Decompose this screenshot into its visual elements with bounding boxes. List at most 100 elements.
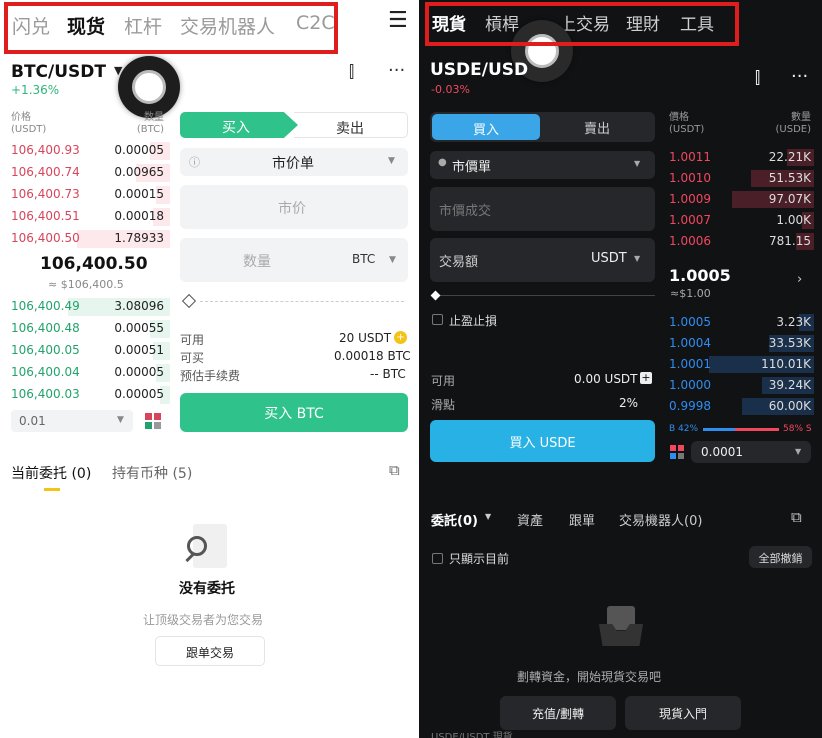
orderbook-row[interactable]: 106,400.03 0.00005 (0, 384, 170, 406)
orderbook-row[interactable]: 1.0007 1.00K (664, 210, 814, 231)
price-field-r[interactable]: 市價成交 (430, 187, 655, 231)
orderbook-qty-header: 数量 (BTC) (136, 112, 164, 135)
quantity-unit[interactable]: BTC (352, 252, 375, 266)
candlestick-icon[interactable]: ⫿ (755, 68, 760, 88)
orderbook-row[interactable]: 1.0011 22.21K (664, 147, 814, 168)
price-field[interactable]: 市价 (180, 185, 408, 229)
slider-track (200, 301, 404, 302)
orderbook-row[interactable]: 1.0009 97.07K (664, 189, 814, 210)
orderbook-qty: 781.15 (769, 234, 811, 248)
sell-tab-r[interactable]: 賣出 (584, 118, 610, 137)
orderbook-layout-icon[interactable] (145, 413, 161, 429)
orderbook-row[interactable]: 1.0006 781.15 (664, 231, 814, 252)
tab-holdings[interactable]: 持有币种 (5) (112, 463, 192, 483)
slider-handle[interactable] (430, 290, 441, 301)
orderbook-row[interactable]: 1.0000 39.24K (664, 375, 814, 396)
tab-orders-r[interactable]: 委託(0) (431, 510, 478, 529)
chevron-down-icon[interactable]: ▼ (634, 254, 640, 263)
precision-select[interactable]: 0.01 ▼ (11, 410, 133, 432)
orderbook-layout-icon[interactable] (670, 445, 684, 459)
chevron-down-icon[interactable]: ▼ (485, 512, 491, 521)
chevron-down-icon[interactable]: ▼ (389, 255, 396, 265)
orderbook-row[interactable]: 0.9998 60.00K (664, 396, 814, 417)
order-type-select-r[interactable]: ● 市價單 ▼ (430, 151, 655, 179)
ratio-bar (703, 428, 779, 431)
price-change-r: -0.03% (431, 83, 470, 96)
cancel-all-label: 全部撤銷 (758, 552, 803, 565)
orderbook-qty: 0.00005 (114, 387, 164, 401)
precision-value: 0.01 (19, 414, 46, 428)
chevron-down-icon: ▼ (388, 156, 395, 166)
add-funds-icon[interactable]: + (640, 372, 652, 384)
orderbook-price: 106,400.73 (11, 187, 80, 201)
orderbook-row[interactable]: 1.0010 51.53K (664, 168, 814, 189)
orderbook-price: 1.0005 (669, 315, 711, 329)
more-icon[interactable]: ··· (388, 60, 405, 81)
pair-title-r[interactable]: USDE/USD (430, 60, 528, 80)
tab-open-orders[interactable]: 当前委托 (0) (11, 463, 91, 483)
copy-trade-label: 跟单交易 (185, 646, 234, 660)
buy-tab[interactable]: 买入 (180, 112, 298, 138)
amount-field-r[interactable]: 交易額 USDT ▼ (430, 238, 655, 282)
price-placeholder: 市价 (278, 201, 306, 217)
orderbook-row[interactable]: 106,400.51 0.00018 (0, 206, 170, 228)
pair-title[interactable]: BTC/USDT (11, 62, 106, 82)
orderbook-row[interactable]: 106,400.04 0.00005 (0, 362, 170, 384)
candlestick-icon[interactable]: ⫿ (349, 62, 354, 82)
orderbook-row[interactable]: 106,400.05 0.00051 (0, 340, 170, 362)
orderbook-price: 1.0006 (669, 234, 711, 248)
can-buy-value: 0.00018 BTC (334, 349, 411, 363)
tab-copy-r[interactable]: 跟單 (569, 510, 595, 529)
order-type-select[interactable]: ⓘ 市价单 ▼ (180, 148, 408, 176)
info-icon[interactable]: ● (438, 157, 447, 168)
cancel-all-button[interactable]: 全部撤銷 (749, 546, 812, 568)
orderbook-qty: 1.00K (776, 213, 811, 227)
slippage-value[interactable]: 2% (619, 396, 638, 410)
buy-btc-button[interactable]: 买入 BTC (180, 393, 408, 432)
info-icon[interactable]: ⓘ (189, 154, 200, 170)
tab-bots-r[interactable]: 交易機器人(0) (619, 510, 702, 529)
buy-tab-r[interactable]: 買入 (432, 114, 540, 140)
orderbook-row[interactable]: 1.0005 3.23K (664, 312, 814, 333)
copy-trade-button[interactable]: 跟单交易 (155, 636, 265, 666)
more-icon[interactable]: ··· (791, 66, 808, 87)
amount-slider[interactable] (180, 293, 408, 311)
amount-unit-r[interactable]: USDT (591, 251, 627, 266)
history-icon[interactable]: ⧉ (389, 461, 400, 479)
chevron-right-icon[interactable]: › (797, 272, 802, 287)
orderbook-price: 1.0011 (669, 150, 711, 164)
orderbook-qty: 3.23K (776, 315, 811, 329)
bottom-partial-text: USDE/USDT 現貨 (431, 732, 513, 738)
orderbook-price: 106,400.04 (11, 365, 80, 379)
orderbook-row[interactable]: 106,400.74 0.00965 (0, 162, 170, 184)
tpsl-checkbox[interactable] (432, 314, 443, 325)
orderbook-qty-header-r: 數量 (USDE) (775, 112, 812, 135)
slider-handle[interactable] (181, 293, 197, 309)
ratio-buy: B 42% (669, 424, 699, 434)
tab-assets-r[interactable]: 資產 (517, 510, 543, 529)
menu-icon[interactable]: ☰ (388, 8, 408, 33)
history-icon[interactable]: ⧉ (791, 508, 802, 526)
orderbook-row[interactable]: 106,400.93 0.00005 (0, 140, 170, 162)
amount-slider-r[interactable] (430, 290, 655, 302)
precision-value-r: 0.0001 (701, 445, 743, 459)
orderbook-price: 106,400.50 (11, 231, 80, 245)
add-funds-icon[interactable]: + (394, 331, 407, 344)
orderbook-row[interactable]: 1.0004 33.53K (664, 333, 814, 354)
active-tab-underline (44, 488, 60, 491)
available-value-r: 0.00 USDT (574, 372, 638, 386)
chevron-down-icon: ▼ (795, 447, 802, 456)
orderbook-qty: 0.00055 (114, 321, 164, 335)
buy-usde-button[interactable]: 買入 USDE (430, 420, 655, 462)
spot-intro-button[interactable]: 現貨入門 (625, 696, 741, 730)
only-current-checkbox[interactable] (432, 553, 443, 564)
orderbook-row[interactable]: 106,400.73 0.00015 (0, 184, 170, 206)
orderbook-row[interactable]: 106,400.48 0.00055 (0, 318, 170, 340)
orderbook-row[interactable]: 1.0001 110.01K (664, 354, 814, 375)
orderbook-row[interactable]: 106,400.49 3.08096 (0, 296, 170, 318)
sell-tab[interactable]: 卖出 (294, 112, 408, 138)
quantity-field[interactable]: 数量 BTC ▼ (180, 238, 408, 282)
orderbook-row[interactable]: 106,400.50 1.78933 (0, 228, 170, 250)
precision-select-r[interactable]: 0.0001 ▼ (691, 441, 811, 463)
deposit-transfer-button[interactable]: 充值/劃轉 (500, 696, 616, 730)
